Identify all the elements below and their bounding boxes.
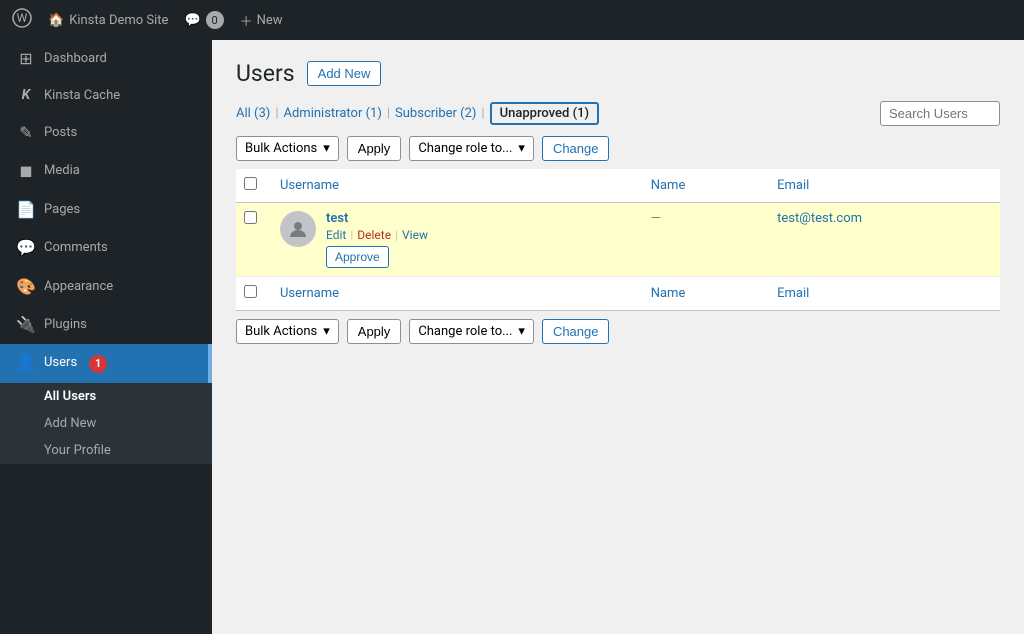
main-content: Users Add New All (3) | Administrator (1…: [212, 40, 1024, 634]
change-button-bottom[interactable]: Change: [542, 319, 610, 344]
approve-button[interactable]: Approve: [326, 246, 389, 268]
sidebar-item-plugins[interactable]: 🔌 Plugins: [0, 306, 212, 344]
sidebar: ⊞ Dashboard K Kinsta Cache ✎ Posts ◼ Med…: [0, 40, 212, 634]
filter-sep-2: |: [387, 106, 390, 121]
new-menu[interactable]: ＋ New: [240, 11, 283, 30]
plugins-icon: 🔌: [16, 314, 36, 336]
pages-icon: 📄: [16, 199, 36, 221]
sidebar-item-media[interactable]: ◼ Media: [0, 152, 212, 190]
select-all-checkbox-bottom[interactable]: [244, 285, 257, 298]
bottom-toolbar: Bulk Actions ▾ Apply Change role to... ▾…: [236, 319, 1000, 344]
sidebar-item-appearance[interactable]: 🎨 Appearance: [0, 268, 212, 306]
posts-icon: ✎: [16, 122, 36, 144]
row-username-cell: test Edit | Delete | View Approve: [268, 203, 639, 277]
edit-link[interactable]: Edit: [326, 228, 346, 242]
comments-bubble-icon: 💬: [16, 237, 36, 259]
comments-link[interactable]: 💬 0: [184, 11, 223, 29]
user-info: test Edit | Delete | View Approve: [280, 211, 627, 268]
filter-unapproved[interactable]: Unapproved (1): [490, 102, 599, 125]
comment-icon: 💬: [184, 13, 200, 28]
sidebar-item-comments[interactable]: 💬 Comments: [0, 229, 212, 267]
table-footer-row: Username Name Email: [236, 277, 1000, 311]
row-name-cell: —: [639, 203, 765, 277]
username-link[interactable]: test: [326, 211, 428, 226]
user-details: test Edit | Delete | View Approve: [326, 211, 428, 268]
filter-all[interactable]: All (3): [236, 106, 270, 121]
media-icon: ◼: [16, 160, 36, 182]
comments-count: 0: [206, 11, 224, 29]
col-username-bottom[interactable]: Username: [268, 277, 639, 311]
sidebar-item-dashboard[interactable]: ⊞ Dashboard: [0, 40, 212, 78]
top-toolbar: Bulk Actions ▾ Apply Change role to... ▾…: [236, 136, 1000, 161]
user-row-actions: Edit | Delete | View: [326, 228, 428, 242]
avatar: [280, 211, 316, 247]
chevron-down-icon-2: ▾: [518, 141, 525, 156]
page-title: Users: [236, 60, 295, 87]
change-button-top[interactable]: Change: [542, 136, 610, 161]
home-icon: 🏠: [48, 13, 64, 28]
sidebar-subitem-your-profile[interactable]: Your Profile: [0, 437, 212, 464]
users-badge: 1: [89, 355, 107, 373]
change-role-select-bottom[interactable]: Change role to... ▾: [409, 319, 534, 344]
plus-icon: ＋: [240, 11, 253, 30]
apply-button-top[interactable]: Apply: [347, 136, 402, 161]
col-email[interactable]: Email: [765, 169, 1000, 203]
sidebar-item-posts[interactable]: ✎ Posts: [0, 114, 212, 152]
row-email-cell: test@test.com: [765, 203, 1000, 277]
filter-row: All (3) | Administrator (1) | Subscriber…: [236, 101, 1000, 126]
svg-text:W: W: [17, 11, 28, 25]
wp-logo-icon[interactable]: W: [12, 8, 32, 33]
search-users-input[interactable]: [880, 101, 1000, 126]
apply-button-bottom[interactable]: Apply: [347, 319, 402, 344]
col-name[interactable]: Name: [639, 169, 765, 203]
view-link[interactable]: View: [402, 228, 428, 242]
row-checkbox-cell: [236, 203, 268, 277]
sidebar-item-kinsta-cache[interactable]: K Kinsta Cache: [0, 78, 212, 114]
filter-administrator[interactable]: Administrator (1): [284, 106, 382, 121]
sidebar-subitem-add-new[interactable]: Add New: [0, 410, 212, 437]
page-title-row: Users Add New: [236, 60, 1000, 87]
col-checkbox-bottom: [236, 277, 268, 311]
col-checkbox: [236, 169, 268, 203]
filter-subscriber[interactable]: Subscriber (2): [395, 106, 476, 121]
sidebar-item-pages[interactable]: 📄 Pages: [0, 191, 212, 229]
sidebar-item-users[interactable]: 👤 Users 1: [0, 344, 212, 382]
table-row: test Edit | Delete | View Approve: [236, 203, 1000, 277]
col-username[interactable]: Username: [268, 169, 639, 203]
select-all-checkbox[interactable]: [244, 177, 257, 190]
bulk-actions-select-bottom[interactable]: Bulk Actions ▾: [236, 319, 339, 344]
chevron-down-icon-4: ▾: [518, 324, 525, 339]
col-email-bottom[interactable]: Email: [765, 277, 1000, 311]
dashboard-icon: ⊞: [16, 48, 36, 70]
users-table: Username Name Email: [236, 169, 1000, 311]
chevron-down-icon-3: ▾: [323, 324, 330, 339]
top-bar: W 🏠 Kinsta Demo Site 💬 0 ＋ New: [0, 0, 1024, 40]
add-new-button[interactable]: Add New: [307, 61, 382, 86]
table-header-row: Username Name Email: [236, 169, 1000, 203]
action-sep-2: |: [395, 228, 398, 242]
users-icon: 👤: [16, 352, 36, 374]
site-name[interactable]: 🏠 Kinsta Demo Site: [48, 13, 168, 28]
change-role-select[interactable]: Change role to... ▾: [409, 136, 534, 161]
bulk-actions-select[interactable]: Bulk Actions ▾: [236, 136, 339, 161]
kinsta-icon: K: [16, 86, 36, 106]
action-sep-1: |: [350, 228, 353, 242]
layout: ⊞ Dashboard K Kinsta Cache ✎ Posts ◼ Med…: [0, 40, 1024, 634]
delete-link[interactable]: Delete: [357, 228, 391, 242]
chevron-down-icon: ▾: [323, 141, 330, 156]
filter-sep-1: |: [275, 106, 278, 121]
sidebar-subitem-all-users[interactable]: All Users: [0, 383, 212, 410]
appearance-icon: 🎨: [16, 276, 36, 298]
row-checkbox[interactable]: [244, 211, 257, 224]
users-submenu: All Users Add New Your Profile: [0, 383, 212, 464]
filter-sep-3: |: [481, 106, 484, 121]
col-name-bottom[interactable]: Name: [639, 277, 765, 311]
